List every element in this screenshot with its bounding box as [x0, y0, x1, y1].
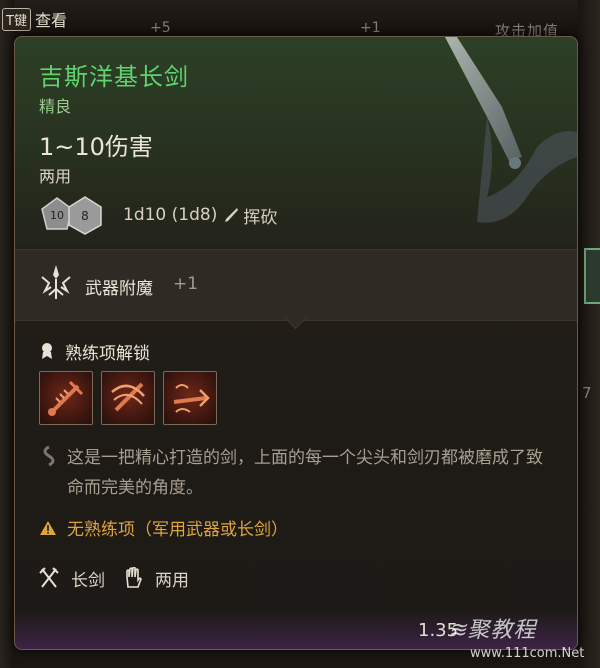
enchantment-value: +1: [173, 274, 199, 294]
handedness: 两用: [39, 167, 72, 186]
t-key-cap: T键: [2, 7, 31, 31]
item-description: 这是一把精心打造的剑，上面的每一个尖头和剑刃都被磨成了致命而完美的角度。: [67, 448, 543, 498]
warning-icon: [40, 520, 56, 535]
watermark-url: www.111com.Net: [470, 646, 585, 661]
enchantment-label: 武器附魔: [85, 279, 153, 299]
right-panel-edge: [578, 0, 600, 668]
weapon-type: 长剑: [71, 570, 105, 591]
inspect-label: 查看: [34, 11, 67, 30]
bonus-mid: +1: [360, 20, 381, 36]
dice-formula: 1d10 (1d8): [123, 205, 218, 225]
versatile-hand-icon: [126, 567, 142, 588]
bonus-left: +5: [150, 20, 171, 36]
warning-text: 无熟练项（军用武器或长剑）: [67, 520, 288, 540]
longsword-icon: [39, 567, 59, 588]
weapon-type-row: 长剑 两用: [39, 565, 207, 591]
damage-type: 挥砍: [243, 207, 278, 228]
inspect-key-hint[interactable]: T键 查看: [2, 6, 67, 32]
pommel-strike-icon[interactable]: [39, 371, 93, 425]
sword-artwork: [445, 37, 577, 223]
slashing-icon: [225, 208, 239, 222]
item-name: 吉斯洋基长剑: [39, 63, 189, 91]
lacerate-icon[interactable]: [101, 371, 155, 425]
d10-face: 10: [50, 209, 64, 222]
proficiency-warning: 无熟练项（军用武器或长剑）: [39, 515, 288, 540]
lore-icon: [43, 445, 55, 467]
ribbon-icon: [42, 343, 52, 359]
dice-icon: 10 8: [41, 196, 102, 235]
equipment-slot[interactable]: [584, 248, 600, 304]
left-panel-edge: [0, 0, 14, 668]
side-number: 7: [582, 384, 592, 402]
damage-dice-row: 10 8 1d10 (1d8) 挥砍: [39, 195, 277, 235]
item-tooltip: 吉斯洋基长剑 精良 1~10伤害 两用 10 8 1d10 (1d8) 挥砍 武…: [14, 36, 578, 650]
grip-type: 两用: [155, 570, 189, 591]
flourish-icon[interactable]: [163, 371, 217, 425]
enchantment-icon: [41, 265, 71, 299]
damage-range: 1~10伤害: [39, 133, 153, 161]
watermark-logo: ≋聚教程: [448, 618, 537, 643]
d8-face: 8: [81, 209, 89, 223]
proficiency-unlock-title: 熟练项解锁: [65, 344, 150, 364]
item-rarity: 精良: [39, 97, 72, 116]
